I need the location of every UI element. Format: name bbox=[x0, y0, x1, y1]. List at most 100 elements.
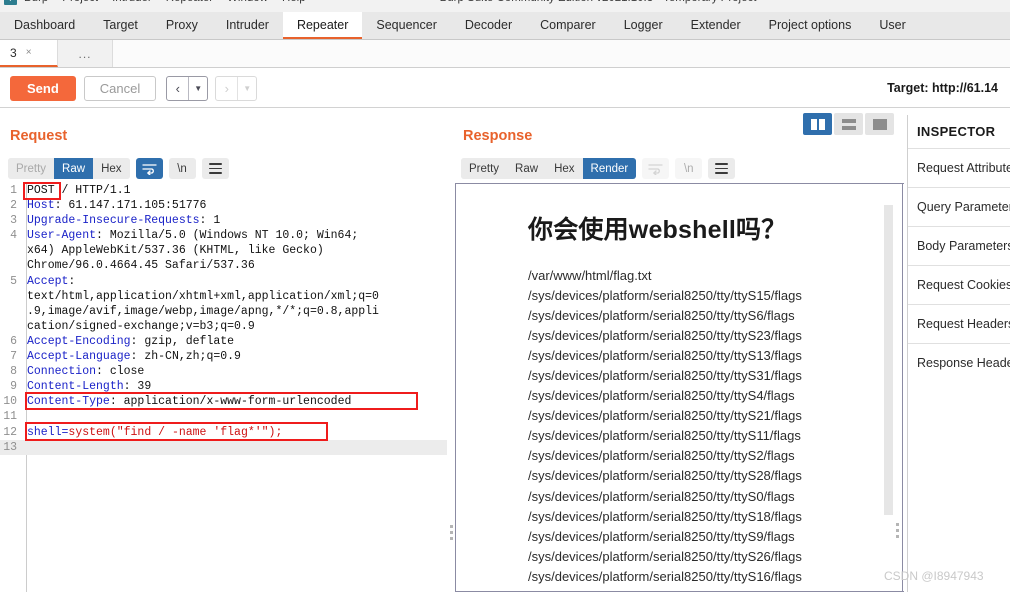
repeater-tab-3[interactable]: 3 × bbox=[0, 40, 58, 67]
response-view-pretty[interactable]: Pretty bbox=[461, 158, 508, 179]
request-view-toolbar: Pretty Raw Hex \n bbox=[8, 158, 229, 179]
response-view-render[interactable]: Render bbox=[582, 158, 637, 179]
inspector-item-request-cookies[interactable]: Request Cookies bbox=[908, 265, 1010, 304]
request-view-segmented-control: Pretty Raw Hex bbox=[8, 158, 130, 179]
tab-logger[interactable]: Logger bbox=[610, 12, 677, 39]
request-editor[interactable]: 1 POST / HTTP/1.1 2 Host: 61.147.171.105:51… bbox=[0, 183, 447, 592]
inspector-section-list: Request Attributes Query Parameters Body P… bbox=[908, 148, 1010, 382]
request-view-raw[interactable]: Raw bbox=[54, 158, 94, 179]
line-number bbox=[0, 304, 22, 319]
inspector-item-query-parameters[interactable]: Query Parameters bbox=[908, 187, 1010, 226]
split-vertical-icon[interactable] bbox=[803, 113, 832, 135]
cancel-button[interactable]: Cancel bbox=[83, 75, 157, 101]
split-horizontal-icon[interactable] bbox=[834, 113, 863, 135]
word-wrap-icon[interactable] bbox=[135, 158, 163, 179]
rendered-path-line: /sys/devices/platform/serial8250/tty/tty… bbox=[528, 548, 802, 564]
tab-intruder[interactable]: Intruder bbox=[212, 12, 283, 39]
response-scrollbar[interactable] bbox=[884, 184, 893, 591]
chevron-down-icon[interactable]: ▼ bbox=[238, 77, 256, 100]
line-number bbox=[0, 243, 22, 258]
response-splitter-grip-icon[interactable] bbox=[896, 523, 899, 538]
pane-splitter[interactable] bbox=[447, 183, 455, 592]
inspector-title: INSPECTOR bbox=[917, 124, 996, 139]
menu-item-project[interactable]: Project bbox=[62, 0, 98, 4]
close-icon[interactable]: × bbox=[26, 47, 32, 58]
request-line: x64) AppleWebKit/537.36 (KHTML, like Gec… bbox=[0, 243, 447, 258]
request-view-pretty[interactable]: Pretty bbox=[8, 158, 55, 179]
rendered-path-line: /sys/devices/platform/serial8250/tty/tty… bbox=[528, 508, 802, 524]
line-number: 1 bbox=[10, 184, 17, 197]
request-line: 11 bbox=[0, 409, 447, 424]
line-number: 6 bbox=[10, 334, 17, 348]
menu-item-intruder[interactable]: Intruder bbox=[112, 0, 152, 4]
rendered-page-content: 你会使用webshell吗？ /var/www/html/flag.txt/sy… bbox=[456, 184, 888, 587]
inspector-item-response-headers[interactable]: Response Headers bbox=[908, 343, 1010, 382]
line-text: text/html,application/xhtml+xml,applicat… bbox=[27, 289, 379, 303]
request-line: Chrome/96.0.4664.45 Safari/537.36 bbox=[0, 258, 447, 273]
rendered-path-line: /sys/devices/platform/serial8250/tty/tty… bbox=[528, 568, 802, 584]
inspector-item-body-parameters[interactable]: Body Parameters bbox=[908, 226, 1010, 265]
line-text: User-Agent: Mozilla/5.0 (Windows NT 10.0… bbox=[27, 229, 359, 243]
response-pane-title: Response bbox=[463, 128, 533, 144]
tab-dashboard[interactable]: Dashboard bbox=[0, 12, 89, 39]
more-tabs-button[interactable]: ... bbox=[58, 40, 113, 67]
menu-item-repeater[interactable]: Repeater bbox=[166, 0, 213, 4]
rendered-path-line: /sys/devices/platform/serial8250/tty/tty… bbox=[528, 428, 801, 444]
rendered-path-line: /sys/devices/platform/serial8250/tty/tty… bbox=[528, 488, 795, 504]
line-text: x64) AppleWebKit/537.36 (KHTML, like Gec… bbox=[27, 244, 324, 258]
request-line: 10 Content-Type: application/x-www-form-u… bbox=[0, 394, 447, 409]
tab-label: Extender bbox=[690, 17, 741, 32]
tab-label: Repeater bbox=[296, 17, 349, 32]
tab-user[interactable]: User bbox=[865, 12, 919, 39]
request-line: 4 User-Agent: Mozilla/5.0 (Windows NT 10.… bbox=[0, 228, 447, 243]
tab-extender[interactable]: Extender bbox=[677, 12, 755, 39]
menu-item-help[interactable]: Help bbox=[282, 0, 306, 4]
response-view-hex[interactable]: Hex bbox=[546, 158, 583, 179]
back-arrow-icon[interactable]: ‹ bbox=[167, 77, 188, 100]
inspector-item-request-attributes[interactable]: Request Attributes bbox=[908, 148, 1010, 187]
hamburger-icon[interactable] bbox=[708, 158, 736, 179]
tab-label: Intruder bbox=[225, 17, 269, 32]
rendered-path-line: /sys/devices/platform/serial8250/tty/tty… bbox=[528, 288, 802, 304]
request-pane-title: Request bbox=[10, 128, 68, 144]
single-pane-icon[interactable] bbox=[865, 113, 894, 135]
forward-button-group[interactable]: › ▼ bbox=[215, 75, 258, 101]
line-text: Chrome/96.0.4664.45 Safari/537.36 bbox=[27, 259, 255, 273]
tab-target[interactable]: Target bbox=[89, 12, 152, 39]
menu-item-burp[interactable]: Burp bbox=[24, 0, 48, 4]
request-line: 8 Connection: close bbox=[0, 364, 447, 379]
inspector-item-label: Request Attributes bbox=[917, 161, 1010, 175]
inspector-item-request-headers[interactable]: Request Headers bbox=[908, 304, 1010, 343]
request-line: cation/signed-exchange;v=b3;q=0.9 bbox=[0, 319, 447, 334]
line-text: .9,image/avif,image/webp,image/apng,*/*;… bbox=[27, 304, 379, 318]
response-view-raw[interactable]: Raw bbox=[507, 158, 547, 179]
line-text: Content-Length: 39 bbox=[27, 380, 152, 394]
splitter-grip-icon[interactable] bbox=[450, 525, 453, 540]
tab-decoder[interactable]: Decoder bbox=[451, 12, 526, 39]
request-line: 7 Accept-Language: zh-CN,zh;q=0.9 bbox=[0, 349, 447, 364]
send-button[interactable]: Send bbox=[10, 75, 76, 101]
newline-icon[interactable]: \n bbox=[168, 158, 196, 179]
line-text: Content-Type: application/x-www-form-url… bbox=[27, 395, 352, 409]
tab-label: Comparer bbox=[540, 17, 596, 32]
tab-comparer[interactable]: Comparer bbox=[526, 12, 610, 39]
inspector-item-label: Query Parameters bbox=[917, 200, 1010, 214]
chevron-down-icon[interactable]: ▼ bbox=[189, 77, 207, 100]
tab-sequencer[interactable]: Sequencer bbox=[362, 12, 450, 39]
request-raw-text[interactable]: 1 POST / HTTP/1.1 2 Host: 61.147.171.105:51… bbox=[0, 183, 447, 455]
forward-arrow-icon[interactable]: › bbox=[216, 77, 237, 100]
tab-strip-filler bbox=[113, 40, 1010, 67]
burp-logo-icon: ? bbox=[4, 0, 17, 5]
hamburger-icon[interactable] bbox=[201, 158, 229, 179]
menu-item-window[interactable]: Window bbox=[227, 0, 268, 4]
tab-repeater[interactable]: Repeater bbox=[282, 12, 363, 39]
request-view-hex[interactable]: Hex bbox=[93, 158, 130, 179]
response-render-view[interactable]: 你会使用webshell吗？ /var/www/html/flag.txt/sy… bbox=[455, 183, 904, 592]
line-text: Accept: bbox=[27, 274, 76, 288]
tab-label: Sequencer bbox=[376, 17, 437, 32]
back-button-group[interactable]: ‹ ▼ bbox=[166, 75, 209, 101]
tab-proxy[interactable]: Proxy bbox=[152, 12, 212, 39]
scrollbar-thumb[interactable] bbox=[884, 205, 893, 515]
tab-project-options[interactable]: Project options bbox=[755, 12, 866, 39]
rendered-path-line: /sys/devices/platform/serial8250/tty/tty… bbox=[528, 308, 795, 324]
